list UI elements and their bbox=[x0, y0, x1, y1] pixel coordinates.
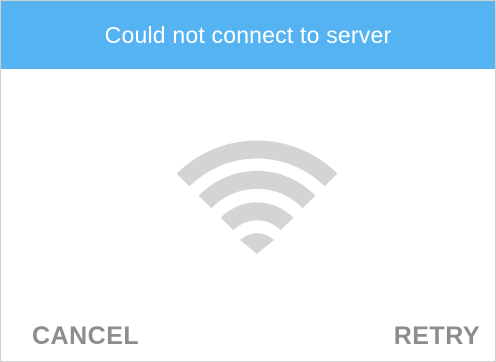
cancel-button[interactable]: CANCEL bbox=[32, 322, 139, 351]
dialog-actions: CANCEL RETRY bbox=[1, 301, 495, 361]
dialog-header: Could not connect to server bbox=[1, 1, 495, 69]
wifi-icon bbox=[177, 140, 337, 254]
wifi-arc-middle bbox=[198, 170, 316, 209]
wifi-arc-inner bbox=[220, 202, 294, 231]
wifi-dot bbox=[240, 233, 274, 254]
connection-error-dialog: Could not connect to server CANCEL RETRY bbox=[0, 0, 496, 362]
retry-button[interactable]: RETRY bbox=[394, 322, 480, 351]
dialog-title: Could not connect to server bbox=[104, 21, 392, 48]
